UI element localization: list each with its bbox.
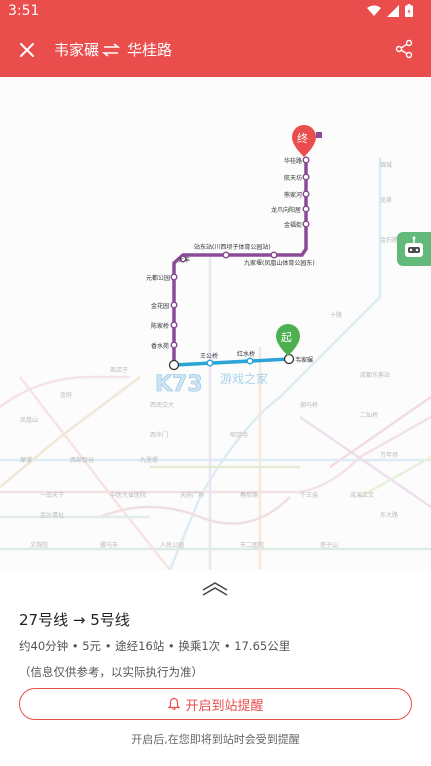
- svg-text:万年场: 万年场: [380, 451, 398, 459]
- svg-text:驷马桥: 驷马桥: [300, 401, 318, 409]
- watermark-logo: K73: [155, 372, 203, 397]
- station-label: 王公桥: [200, 352, 218, 360]
- svg-text:成渝立交: 成渝立交: [350, 491, 374, 499]
- svg-text:中医大省医院: 中医大省医院: [110, 491, 146, 499]
- station-label: 金福街: [284, 221, 302, 229]
- station-label: 龙爪向阳居: [271, 206, 301, 214]
- station-dot[interactable]: [170, 301, 178, 309]
- svg-text:人民公园: 人民公园: [160, 542, 184, 549]
- route-to-station: 华桂路: [127, 41, 173, 59]
- svg-text:二仙桥: 二仙桥: [360, 411, 378, 419]
- start-marker-label: 起: [281, 331, 292, 344]
- end-marker-label: 终: [297, 131, 308, 145]
- station-label: 元都公园: [146, 274, 170, 282]
- metro-map[interactable]: 凤凰山 金府 茶店子 西南交大西华门一品天下 中医大省医院 天府广场 春熙路 牛王庙 成渝…: [0, 77, 431, 570]
- station-dot[interactable]: [206, 359, 214, 367]
- arrival-reminder-label: 开启到站提醒: [185, 698, 264, 714]
- station-dot[interactable]: [302, 220, 310, 228]
- status-bar: 3:51: [0, 0, 431, 24]
- station-dot[interactable]: [170, 273, 178, 281]
- station-label: 金花园: [151, 302, 169, 310]
- station-label: 航天坊: [284, 174, 302, 182]
- line5-route: [173, 357, 291, 367]
- station-dot[interactable]: [170, 321, 178, 329]
- svg-text:一品天下: 一品天下: [40, 492, 64, 499]
- svg-text:锦城: 锦城: [380, 161, 392, 169]
- watermark-text: 游戏之家: [220, 371, 268, 386]
- svg-text:塔子山: 塔子山: [320, 541, 338, 549]
- station-dot[interactable]: [170, 341, 178, 349]
- station-dot[interactable]: [246, 357, 254, 365]
- svg-text:金沙遗址: 金沙遗址: [40, 511, 64, 519]
- battery-icon: [405, 4, 413, 17]
- svg-text:东大路: 东大路: [380, 511, 398, 519]
- station-label: 华桂路: [284, 157, 302, 165]
- station-dot[interactable]: [302, 205, 310, 213]
- svg-text:西南交大: 西南交大: [150, 401, 174, 409]
- station-dot[interactable]: [270, 251, 278, 259]
- trip-note: （信息仅供参考，以实际执行为准）: [19, 665, 203, 679]
- app-header: 3:51 韦家碾 华桂路: [0, 0, 431, 77]
- svg-text:昭觉寺: 昭觉寺: [230, 431, 248, 439]
- line27-stations: [170, 156, 310, 349]
- svg-text:凤凰山: 凤凰山: [20, 416, 38, 424]
- station-label: 陈家桥: [151, 322, 169, 330]
- station-label: 香水苑: [151, 342, 169, 350]
- station-label: 红水桥: [237, 350, 255, 358]
- station-label: 熊家河: [284, 191, 302, 199]
- svg-text:十陵: 十陵: [330, 311, 342, 319]
- station-dot[interactable]: [302, 156, 310, 164]
- svg-text:成都东客站: 成都东客站: [360, 371, 390, 379]
- svg-text:骡马市: 骡马市: [100, 541, 118, 549]
- station-dot[interactable]: [222, 251, 230, 259]
- nav-bar: 韦家碾 华桂路: [0, 24, 431, 77]
- svg-text:金府: 金府: [60, 391, 72, 399]
- svg-text:九里堤: 九里堤: [140, 456, 158, 464]
- svg-text:天府广场: 天府广场: [180, 491, 204, 499]
- arrival-reminder-button[interactable]: 开启到站提醒: [19, 688, 412, 720]
- svg-text:茶店子: 茶店子: [110, 366, 128, 374]
- status-time: 3:51: [8, 3, 40, 19]
- station-dot[interactable]: [302, 190, 310, 198]
- station-dot[interactable]: [302, 173, 310, 181]
- share-icon[interactable]: [395, 39, 413, 59]
- robot-assistant-icon: [405, 236, 423, 257]
- svg-text:西部智谷: 西部智谷: [70, 456, 94, 464]
- svg-text:西华门: 西华门: [150, 431, 168, 439]
- status-icons: [367, 4, 413, 17]
- reminder-hint: 开启后,在您即将到站时会受到提醒: [131, 733, 300, 746]
- wifi-icon: [367, 5, 381, 16]
- svg-text:龙泉: 龙泉: [380, 196, 392, 204]
- route-from-station: 韦家碾: [54, 41, 100, 59]
- watermark: K73 游戏之家: [155, 371, 268, 397]
- close-icon[interactable]: [16, 39, 38, 61]
- station-label: 大丰: [178, 256, 190, 264]
- transfer-line-summary: 27号线 → 5号线: [19, 611, 130, 629]
- svg-text:文殊院: 文殊院: [30, 541, 48, 549]
- svg-text:牛王庙: 牛王庙: [300, 491, 318, 499]
- station-label: 站东站(川西坝子体育公园站): [194, 243, 271, 251]
- svg-text:市二医院: 市二医院: [240, 541, 264, 549]
- svg-text:金石路: 金石路: [380, 236, 398, 244]
- signal-icon: [387, 4, 399, 17]
- swap-arrows-icon[interactable]: [102, 39, 120, 61]
- start-marker[interactable]: 起: [276, 324, 300, 356]
- svg-text:犀浦: 犀浦: [20, 456, 32, 464]
- chevron-up-icon[interactable]: [200, 580, 230, 598]
- bell-icon: [168, 697, 181, 710]
- metro-map-canvas: 凤凰山 金府 茶店子 西南交大西华门一品天下 中医大省医院 天府广场 春熙路 牛王庙 成渝…: [0, 125, 431, 570]
- svg-text:春熙路: 春熙路: [240, 491, 258, 499]
- station-label: 九家堰(凤凰山体育公园东): [244, 259, 315, 267]
- station-label: 韦家碾: [295, 356, 313, 364]
- trip-meta: 约40分钟 • 5元 • 途经16站 • 换乘1次 • 17.65公里: [19, 639, 291, 653]
- robot-assistant-button[interactable]: [397, 232, 431, 266]
- end-marker[interactable]: 终: [292, 125, 322, 157]
